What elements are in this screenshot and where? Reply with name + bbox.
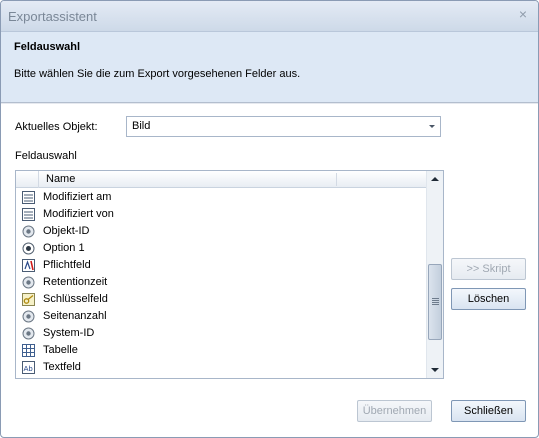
- grip-icon: [432, 298, 439, 305]
- header-separator: [1, 102, 538, 104]
- list-item[interactable]: Objekt-ID: [16, 223, 427, 240]
- close-icon[interactable]: ×: [516, 7, 530, 21]
- list-header-icon-column[interactable]: [16, 171, 39, 188]
- system-field-icon: [22, 276, 35, 289]
- field-rows: Modifiziert am Modifiziert von Objekt-ID…: [16, 189, 427, 376]
- date-field-icon: [22, 208, 35, 221]
- header-title: Feldauswahl: [14, 41, 81, 53]
- list-item-label: Retentionzeit: [43, 276, 108, 288]
- field-list[interactable]: Name Modifiziert am Modifiziert von Obje…: [15, 170, 444, 379]
- text-field-icon: Ab: [22, 361, 35, 374]
- export-wizard-window: Exportassistent × Feldauswahl Bitte wähl…: [0, 0, 539, 438]
- list-item[interactable]: Tabelle: [16, 342, 427, 359]
- current-object-label: Aktuelles Objekt:: [15, 121, 98, 133]
- list-item[interactable]: Option 1: [16, 240, 427, 257]
- list-item[interactable]: System-ID: [16, 325, 427, 342]
- apply-button[interactable]: Übernehmen: [357, 400, 432, 422]
- table-field-icon: [22, 344, 35, 357]
- arrow-down-icon: [431, 368, 439, 372]
- scrollbar-thumb[interactable]: [428, 264, 442, 340]
- field-list-scrollbar[interactable]: [426, 171, 443, 378]
- list-item[interactable]: Seitenanzahl: [16, 308, 427, 325]
- close-button[interactable]: Schließen: [451, 400, 526, 422]
- system-field-icon: [22, 327, 35, 340]
- title-bar[interactable]: Exportassistent ×: [1, 1, 538, 32]
- list-item-label: System-ID: [43, 327, 95, 339]
- list-item[interactable]: Modifiziert von: [16, 206, 427, 223]
- header-description: Bitte wählen Sie die zum Export vorgeseh…: [14, 68, 301, 80]
- required-field-icon: [22, 259, 35, 272]
- option-field-icon: [22, 242, 35, 255]
- list-item[interactable]: Modifiziert am: [16, 189, 427, 206]
- system-field-icon: [22, 225, 35, 238]
- window-title: Exportassistent: [8, 9, 97, 24]
- list-item-label: Objekt-ID: [43, 225, 90, 237]
- arrow-up-icon: [431, 177, 439, 181]
- script-button[interactable]: >> Skript: [451, 258, 526, 280]
- wizard-header: Feldauswahl Bitte wählen Sie die zum Exp…: [1, 32, 538, 102]
- list-item-label: Schlüsselfeld: [43, 293, 108, 305]
- list-item-label: Pflichtfeld: [43, 259, 91, 271]
- current-object-dropdown[interactable]: Bild: [126, 116, 441, 137]
- list-item-label: Modifiziert von: [43, 208, 114, 220]
- column-header-name[interactable]: Name: [46, 173, 75, 185]
- current-object-value: Bild: [132, 120, 151, 132]
- scroll-up-button[interactable]: [427, 171, 443, 188]
- list-item-label: Tabelle: [43, 344, 78, 356]
- list-item[interactable]: Pflichtfeld: [16, 257, 427, 274]
- field-selection-label: Feldauswahl: [15, 150, 77, 162]
- list-item[interactable]: Ab Textfeld: [16, 359, 427, 376]
- list-item[interactable]: Retentionzeit: [16, 274, 427, 291]
- svg-text:Ab: Ab: [24, 364, 33, 373]
- list-item-label: Option 1: [43, 242, 85, 254]
- list-item-label: Modifiziert am: [43, 191, 112, 203]
- list-item-label: Seitenanzahl: [43, 310, 107, 322]
- chevron-down-icon: [429, 125, 435, 128]
- list-item[interactable]: Schlüsselfeld: [16, 291, 427, 308]
- list-item-label: Textfeld: [43, 361, 81, 373]
- delete-button[interactable]: Löschen: [451, 288, 526, 310]
- system-field-icon: [22, 310, 35, 323]
- key-field-icon: [22, 293, 35, 306]
- scroll-down-button[interactable]: [427, 361, 443, 378]
- list-header: Name: [16, 171, 427, 188]
- column-divider[interactable]: [336, 173, 337, 186]
- date-field-icon: [22, 191, 35, 204]
